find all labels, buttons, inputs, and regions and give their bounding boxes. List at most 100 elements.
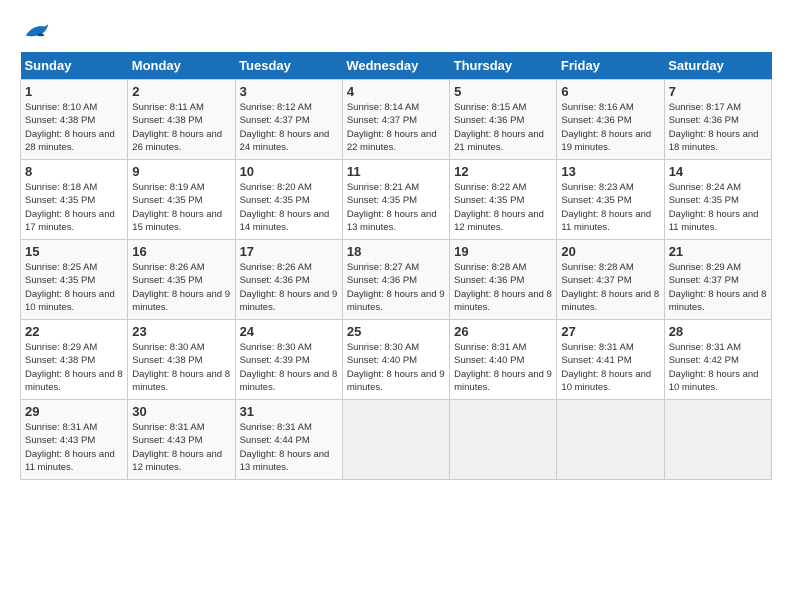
cell-info: Sunrise: 8:12 AMSunset: 4:37 PMDaylight:… [240,101,338,154]
cell-info: Sunrise: 8:31 AMSunset: 4:40 PMDaylight:… [454,341,552,394]
day-header-thursday: Thursday [450,52,557,80]
cell-info: Sunrise: 8:25 AMSunset: 4:35 PMDaylight:… [25,261,123,314]
cell-info: Sunrise: 8:22 AMSunset: 4:35 PMDaylight:… [454,181,552,234]
day-number: 16 [132,244,230,259]
week-row-3: 15Sunrise: 8:25 AMSunset: 4:35 PMDayligh… [21,240,772,320]
calendar-cell: 1 Sunrise: 8:10 AMSunset: 4:38 PMDaylight… [21,80,128,160]
day-number: 25 [347,324,445,339]
cell-info: Sunrise: 8:16 AMSunset: 4:36 PMDaylight:… [561,101,659,154]
cell-info: Sunrise: 8:31 AMSunset: 4:43 PMDaylight:… [25,421,123,474]
cell-info: Sunrise: 8:24 AMSunset: 4:35 PMDaylight:… [669,181,767,234]
calendar-cell: 9 Sunrise: 8:19 AMSunset: 4:35 PMDaylight… [128,160,235,240]
day-number: 17 [240,244,338,259]
logo-bird-icon [22,20,52,42]
calendar-cell: 27 Sunrise: 8:31 AMSunset: 4:41 PMDayligh… [557,320,664,400]
cell-info: Sunrise: 8:28 AMSunset: 4:36 PMDaylight:… [454,261,552,314]
day-number: 3 [240,84,338,99]
day-number: 27 [561,324,659,339]
day-header-sunday: Sunday [21,52,128,80]
calendar-cell: 7Sunrise: 8:17 AMSunset: 4:36 PMDaylight… [664,80,771,160]
calendar-cell: 6 Sunrise: 8:16 AMSunset: 4:36 PMDaylight… [557,80,664,160]
calendar-cell: 28Sunrise: 8:31 AMSunset: 4:42 PMDayligh… [664,320,771,400]
day-number: 9 [132,164,230,179]
cell-info: Sunrise: 8:21 AMSunset: 4:35 PMDaylight:… [347,181,445,234]
day-number: 14 [669,164,767,179]
calendar-cell: 10 Sunrise: 8:20 AMSunset: 4:35 PMDayligh… [235,160,342,240]
day-header-tuesday: Tuesday [235,52,342,80]
cell-info: Sunrise: 8:31 AMSunset: 4:42 PMDaylight:… [669,341,767,394]
cell-info: Sunrise: 8:23 AMSunset: 4:35 PMDaylight:… [561,181,659,234]
calendar-cell [664,400,771,480]
day-number: 12 [454,164,552,179]
cell-info: Sunrise: 8:11 AMSunset: 4:38 PMDaylight:… [132,101,230,154]
day-number: 6 [561,84,659,99]
calendar-cell: 17 Sunrise: 8:26 AMSunset: 4:36 PMDayligh… [235,240,342,320]
calendar-cell: 16 Sunrise: 8:26 AMSunset: 4:35 PMDayligh… [128,240,235,320]
cell-info: Sunrise: 8:17 AMSunset: 4:36 PMDaylight:… [669,101,767,154]
calendar-table: SundayMondayTuesdayWednesdayThursdayFrid… [20,52,772,480]
day-number: 8 [25,164,123,179]
calendar-cell: 12 Sunrise: 8:22 AMSunset: 4:35 PMDayligh… [450,160,557,240]
day-header-wednesday: Wednesday [342,52,449,80]
week-row-1: 1 Sunrise: 8:10 AMSunset: 4:38 PMDaylight… [21,80,772,160]
cell-info: Sunrise: 8:26 AMSunset: 4:36 PMDaylight:… [240,261,338,314]
page-header [20,20,772,42]
cell-info: Sunrise: 8:28 AMSunset: 4:37 PMDaylight:… [561,261,659,314]
calendar-cell: 25 Sunrise: 8:30 AMSunset: 4:40 PMDayligh… [342,320,449,400]
day-number: 11 [347,164,445,179]
day-number: 5 [454,84,552,99]
week-row-2: 8 Sunrise: 8:18 AMSunset: 4:35 PMDaylight… [21,160,772,240]
cell-info: Sunrise: 8:20 AMSunset: 4:35 PMDaylight:… [240,181,338,234]
calendar-cell [450,400,557,480]
day-number: 30 [132,404,230,419]
day-number: 10 [240,164,338,179]
day-number: 20 [561,244,659,259]
cell-info: Sunrise: 8:31 AMSunset: 4:44 PMDaylight:… [240,421,338,474]
cell-info: Sunrise: 8:30 AMSunset: 4:39 PMDaylight:… [240,341,338,394]
calendar-cell: 5Sunrise: 8:15 AMSunset: 4:36 PMDaylight… [450,80,557,160]
calendar-cell: 19 Sunrise: 8:28 AMSunset: 4:36 PMDayligh… [450,240,557,320]
day-number: 13 [561,164,659,179]
day-number: 19 [454,244,552,259]
cell-info: Sunrise: 8:29 AMSunset: 4:38 PMDaylight:… [25,341,123,394]
cell-info: Sunrise: 8:10 AMSunset: 4:38 PMDaylight:… [25,101,123,154]
calendar-cell: 18 Sunrise: 8:27 AMSunset: 4:36 PMDayligh… [342,240,449,320]
calendar-cell: 15Sunrise: 8:25 AMSunset: 4:35 PMDayligh… [21,240,128,320]
calendar-cell: 26 Sunrise: 8:31 AMSunset: 4:40 PMDayligh… [450,320,557,400]
cell-info: Sunrise: 8:31 AMSunset: 4:41 PMDaylight:… [561,341,659,394]
cell-info: Sunrise: 8:27 AMSunset: 4:36 PMDaylight:… [347,261,445,314]
logo [20,20,52,42]
day-number: 24 [240,324,338,339]
week-row-4: 22Sunrise: 8:29 AMSunset: 4:38 PMDayligh… [21,320,772,400]
day-number: 31 [240,404,338,419]
day-header-monday: Monday [128,52,235,80]
day-number: 4 [347,84,445,99]
calendar-cell: 23Sunrise: 8:30 AMSunset: 4:38 PMDayligh… [128,320,235,400]
cell-info: Sunrise: 8:26 AMSunset: 4:35 PMDaylight:… [132,261,230,314]
cell-info: Sunrise: 8:18 AMSunset: 4:35 PMDaylight:… [25,181,123,234]
calendar-cell: 30 Sunrise: 8:31 AMSunset: 4:43 PMDayligh… [128,400,235,480]
calendar-cell [557,400,664,480]
header-row: SundayMondayTuesdayWednesdayThursdayFrid… [21,52,772,80]
cell-info: Sunrise: 8:31 AMSunset: 4:43 PMDaylight:… [132,421,230,474]
day-number: 18 [347,244,445,259]
cell-info: Sunrise: 8:30 AMSunset: 4:40 PMDaylight:… [347,341,445,394]
day-header-saturday: Saturday [664,52,771,80]
calendar-cell: 13 Sunrise: 8:23 AMSunset: 4:35 PMDayligh… [557,160,664,240]
calendar-cell: 24 Sunrise: 8:30 AMSunset: 4:39 PMDayligh… [235,320,342,400]
cell-info: Sunrise: 8:19 AMSunset: 4:35 PMDaylight:… [132,181,230,234]
day-number: 29 [25,404,123,419]
day-number: 26 [454,324,552,339]
calendar-cell: 3 Sunrise: 8:12 AMSunset: 4:37 PMDaylight… [235,80,342,160]
calendar-cell [342,400,449,480]
calendar-cell: 21 Sunrise: 8:29 AMSunset: 4:37 PMDayligh… [664,240,771,320]
cell-info: Sunrise: 8:29 AMSunset: 4:37 PMDaylight:… [669,261,767,314]
day-number: 21 [669,244,767,259]
calendar-cell: 8 Sunrise: 8:18 AMSunset: 4:35 PMDaylight… [21,160,128,240]
day-header-friday: Friday [557,52,664,80]
calendar-cell: 22Sunrise: 8:29 AMSunset: 4:38 PMDayligh… [21,320,128,400]
calendar-cell: 14 Sunrise: 8:24 AMSunset: 4:35 PMDayligh… [664,160,771,240]
day-number: 1 [25,84,123,99]
day-number: 2 [132,84,230,99]
cell-info: Sunrise: 8:30 AMSunset: 4:38 PMDaylight:… [132,341,230,394]
